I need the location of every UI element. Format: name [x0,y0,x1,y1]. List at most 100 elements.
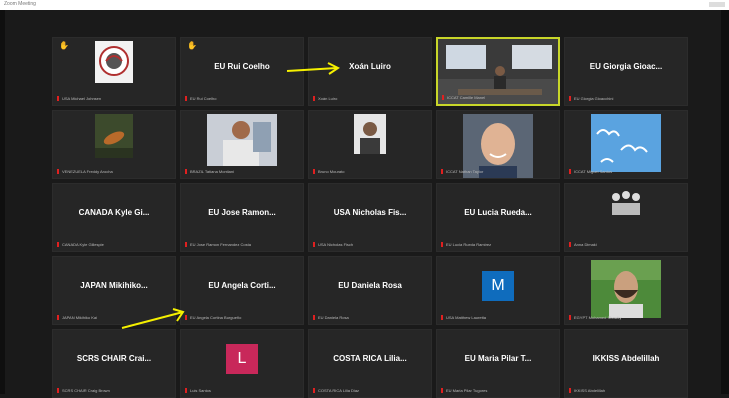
participant-caption-text: USA Michael Johnsen [62,96,102,101]
participant-caption: EU Daniela Rosa [313,315,427,321]
participant-tile[interactable]: SCRS CHAIR Crai... SCRS CHAIR Craig Brown [52,329,176,398]
participant-name: COSTA RICA Lilia... [333,354,407,363]
window-controls[interactable] [709,2,725,7]
participant-caption-text: EU Lucia Rueda Ramirez [446,242,492,247]
participant-tile[interactable]: EU Maria Pilar T... EU Maria Pilar Tugore… [436,329,560,398]
participant-tile[interactable]: M USA Matthew Lauretta [436,256,560,325]
participant-tile[interactable]: EU Jose Ramon... EU Jose Ramon Fernandez … [180,183,304,252]
window-title-bar: Zoom Meeting [0,0,729,10]
right-gutter [721,10,729,394]
participant-caption-text: USA Matthew Lauretta [446,315,487,320]
participant-caption: ICCAT Camille Manel [442,95,554,101]
raised-hand-icon: ✋ [187,41,197,50]
muted-mic-icon [313,242,315,248]
participant-tile[interactable]: ICCAT Miguel Santos [564,110,688,179]
participant-avatar [95,41,133,88]
muted-mic-icon [57,169,59,175]
participant-caption: USA Michael Johnsen [57,96,171,102]
participant-avatar [354,114,386,159]
participant-caption-text: EU Rui Coelho [190,96,217,101]
gallery-grid: ✋ USA Michael Johnsen EU Rui Coelho ✋ EU Rui… [52,37,689,398]
participant-caption: EU Jose Ramon Fernandez Costa [185,242,299,248]
participant-caption-text: EU Daniela Rosa [318,315,349,320]
participant-caption-text: Xoán Luiro [318,96,338,101]
participant-caption-text: COSTA RICA Lilia Diaz [318,388,360,393]
raised-hand-icon: ✋ [59,41,69,50]
participant-tile[interactable]: VENEZUELA Freddy Arocha [52,110,176,179]
participant-tile[interactable]: ✋ USA Michael Johnsen [52,37,176,106]
muted-mic-icon [313,315,315,321]
participant-name: SCRS CHAIR Crai... [76,354,152,363]
participant-caption: CANADA Kyle Gillespie [57,242,171,248]
participant-name: EU Lucia Rueda... [464,208,532,217]
participant-caption: Luis Santos [185,388,299,394]
participant-name: EU Daniela Rosa [338,281,402,290]
participant-tile[interactable]: L Luis Santos [180,329,304,398]
participant-caption: VENEZUELA Freddy Arocha [57,169,171,175]
muted-mic-icon [441,169,443,175]
participant-avatar [95,114,133,163]
participant-name: JAPAN Mikihiko... [80,281,148,290]
participant-tile[interactable]: ICCAT Nathan Taylor [436,110,560,179]
participant-caption: IKKISS Abdelillah [569,388,683,394]
participant-tile[interactable]: COSTA RICA Lilia... COSTA RICA Lilia Diaz [308,329,432,398]
muted-mic-icon [57,315,59,321]
participant-tile[interactable]: ICCAT Camille Manel [436,37,560,106]
participant-caption-text: Anna Dimaki [574,242,597,247]
participant-tile[interactable]: EU Giorgia Gioac... EU Giorgia Gioacchini [564,37,688,106]
participant-caption: COSTA RICA Lilia Diaz [313,388,427,394]
participant-caption: EU Lucia Rueda Ramirez [441,242,555,248]
muted-mic-icon [569,169,571,175]
participant-caption-text: EU Maria Pilar Tugores [446,388,488,393]
participant-caption-text: Bruno Mourato [318,169,345,174]
participant-name: EU Angela Corti... [208,281,276,290]
participant-avatar [591,260,661,323]
participant-avatar [591,114,661,177]
muted-mic-icon [569,388,571,394]
participant-caption-text: EGYPT Mohamed Shawky [574,315,622,320]
participant-tile[interactable]: EU Lucia Rueda... EU Lucia Rueda Ramirez [436,183,560,252]
participant-tile[interactable]: EU Angela Corti... EU Angela Cortina Burg… [180,256,304,325]
participant-caption: EU Rui Coelho [185,96,299,102]
participant-caption-text: EU Jose Ramon Fernandez Costa [190,242,251,247]
participant-caption-text: VENEZUELA Freddy Arocha [62,169,113,174]
participant-tile[interactable]: Anna Dimaki [564,183,688,252]
participant-caption-text: IKKISS Abdelillah [574,388,606,393]
participant-tile[interactable]: IKKISS Abdelillah IKKISS Abdelillah [564,329,688,398]
participant-name: USA Nicholas Fis... [333,208,407,217]
muted-mic-icon [441,388,443,394]
participant-name: EU Rui Coelho [214,62,270,71]
muted-mic-icon [57,96,59,102]
participant-tile[interactable]: BRAZIL Tatiana Montiani [180,110,304,179]
participant-caption-text: ICCAT Nathan Taylor [446,169,484,174]
arrow-to-angela-cortina [121,308,185,329]
muted-mic-icon [57,388,59,394]
participant-tile[interactable]: EU Daniela Rosa EU Daniela Rosa [308,256,432,325]
participant-initial: L [226,344,258,374]
participant-caption: Xoán Luiro [313,96,427,102]
participant-tile[interactable]: EGYPT Mohamed Shawky [564,256,688,325]
participant-caption: USA Matthew Lauretta [441,315,555,321]
participant-caption-text: JAPAN Mikihiko Kai [62,315,98,320]
muted-mic-icon [569,96,571,102]
participant-caption-text: SCRS CHAIR Craig Brown [62,388,110,393]
participant-name: IKKISS Abdelillah [592,354,660,363]
participant-tile[interactable]: USA Nicholas Fis... USA Nicholas Fisch [308,183,432,252]
participant-caption: Anna Dimaki [569,242,683,248]
participant-caption-text: BRAZIL Tatiana Montiani [190,169,235,174]
participant-caption: EU Maria Pilar Tugores [441,388,555,394]
muted-mic-icon [313,388,315,394]
participant-caption: BRAZIL Tatiana Montiani [185,169,299,175]
participant-tile[interactable]: CANADA Kyle Gi... CANADA Kyle Gillespie [52,183,176,252]
participant-caption: ICCAT Nathan Taylor [441,169,555,175]
muted-mic-icon [185,388,187,394]
participant-name: EU Giorgia Gioac... [589,62,663,71]
muted-mic-icon [313,169,315,175]
participant-caption: ICCAT Miguel Santos [569,169,683,175]
participant-avatar [207,114,277,171]
muted-mic-icon [441,242,443,248]
participant-tile[interactable]: Bruno Mourato [308,110,432,179]
arrow-to-xoan-luiro [286,62,340,75]
participant-caption: EGYPT Mohamed Shawky [569,315,683,321]
muted-mic-icon [569,315,571,321]
